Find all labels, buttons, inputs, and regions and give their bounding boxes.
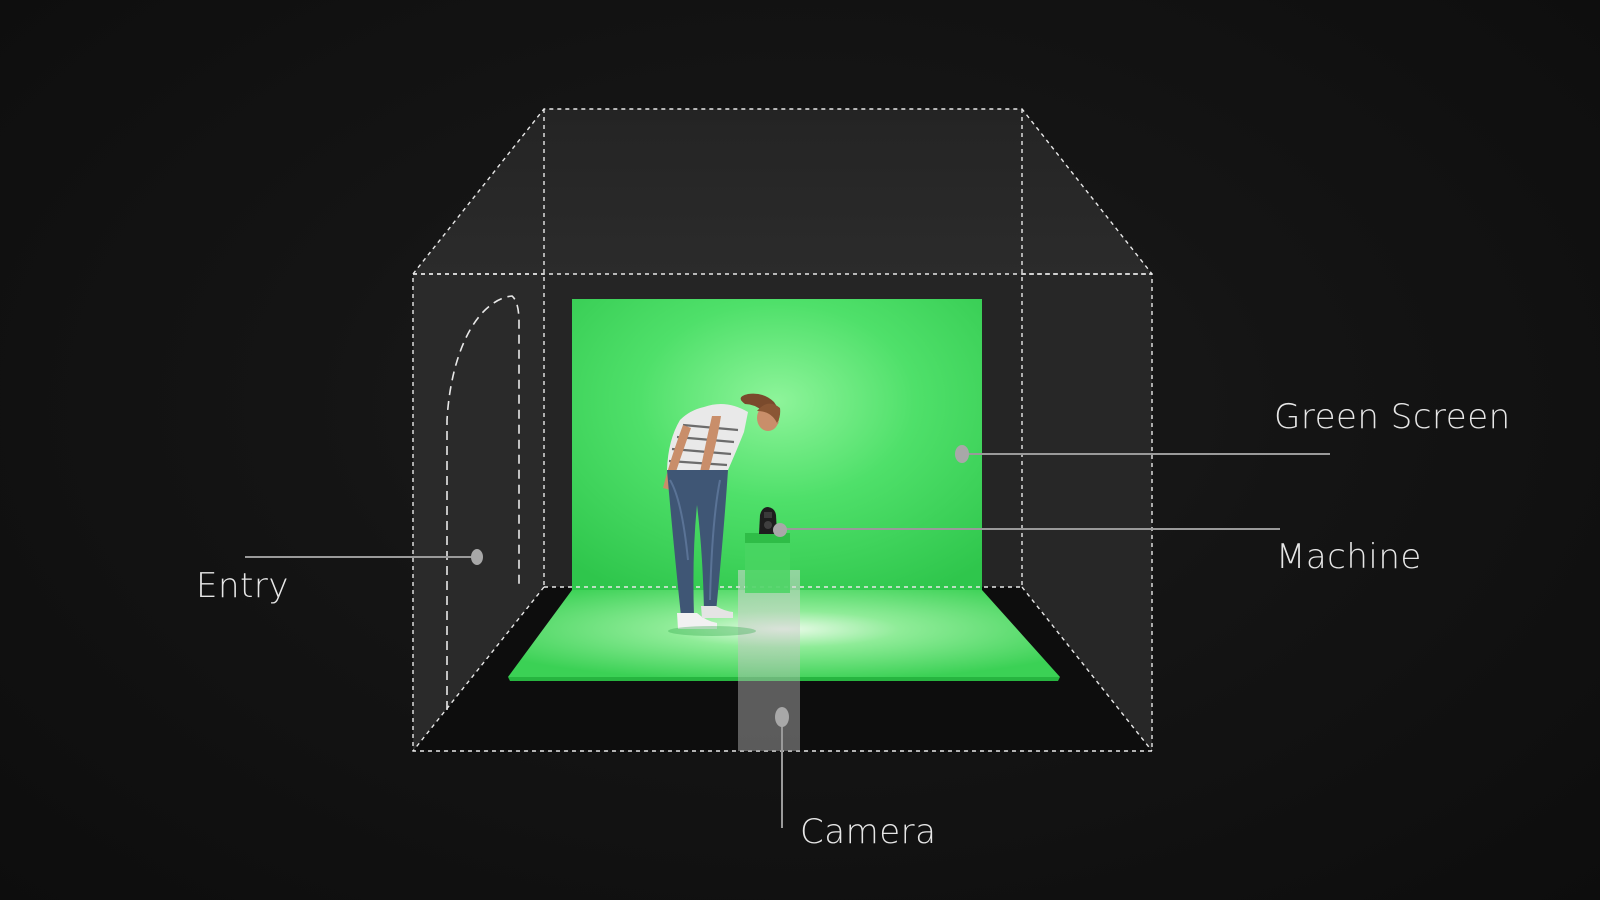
machine-label: Machine	[1276, 537, 1422, 577]
machine-stand	[745, 533, 790, 593]
camera-marker-icon	[775, 707, 789, 727]
green-screen-marker-icon	[955, 445, 969, 463]
green-screen-label: Green Screen	[1274, 397, 1511, 437]
booth-illustration	[245, 108, 1330, 828]
camera-beam	[738, 570, 800, 751]
photo-booth-diagram: Green Screen Machine Entry Camera	[0, 0, 1600, 900]
camera-label: Camera	[800, 812, 937, 852]
entry-label: Entry	[196, 566, 289, 606]
machine-marker-icon	[773, 523, 787, 537]
entry-marker-icon	[471, 549, 483, 565]
